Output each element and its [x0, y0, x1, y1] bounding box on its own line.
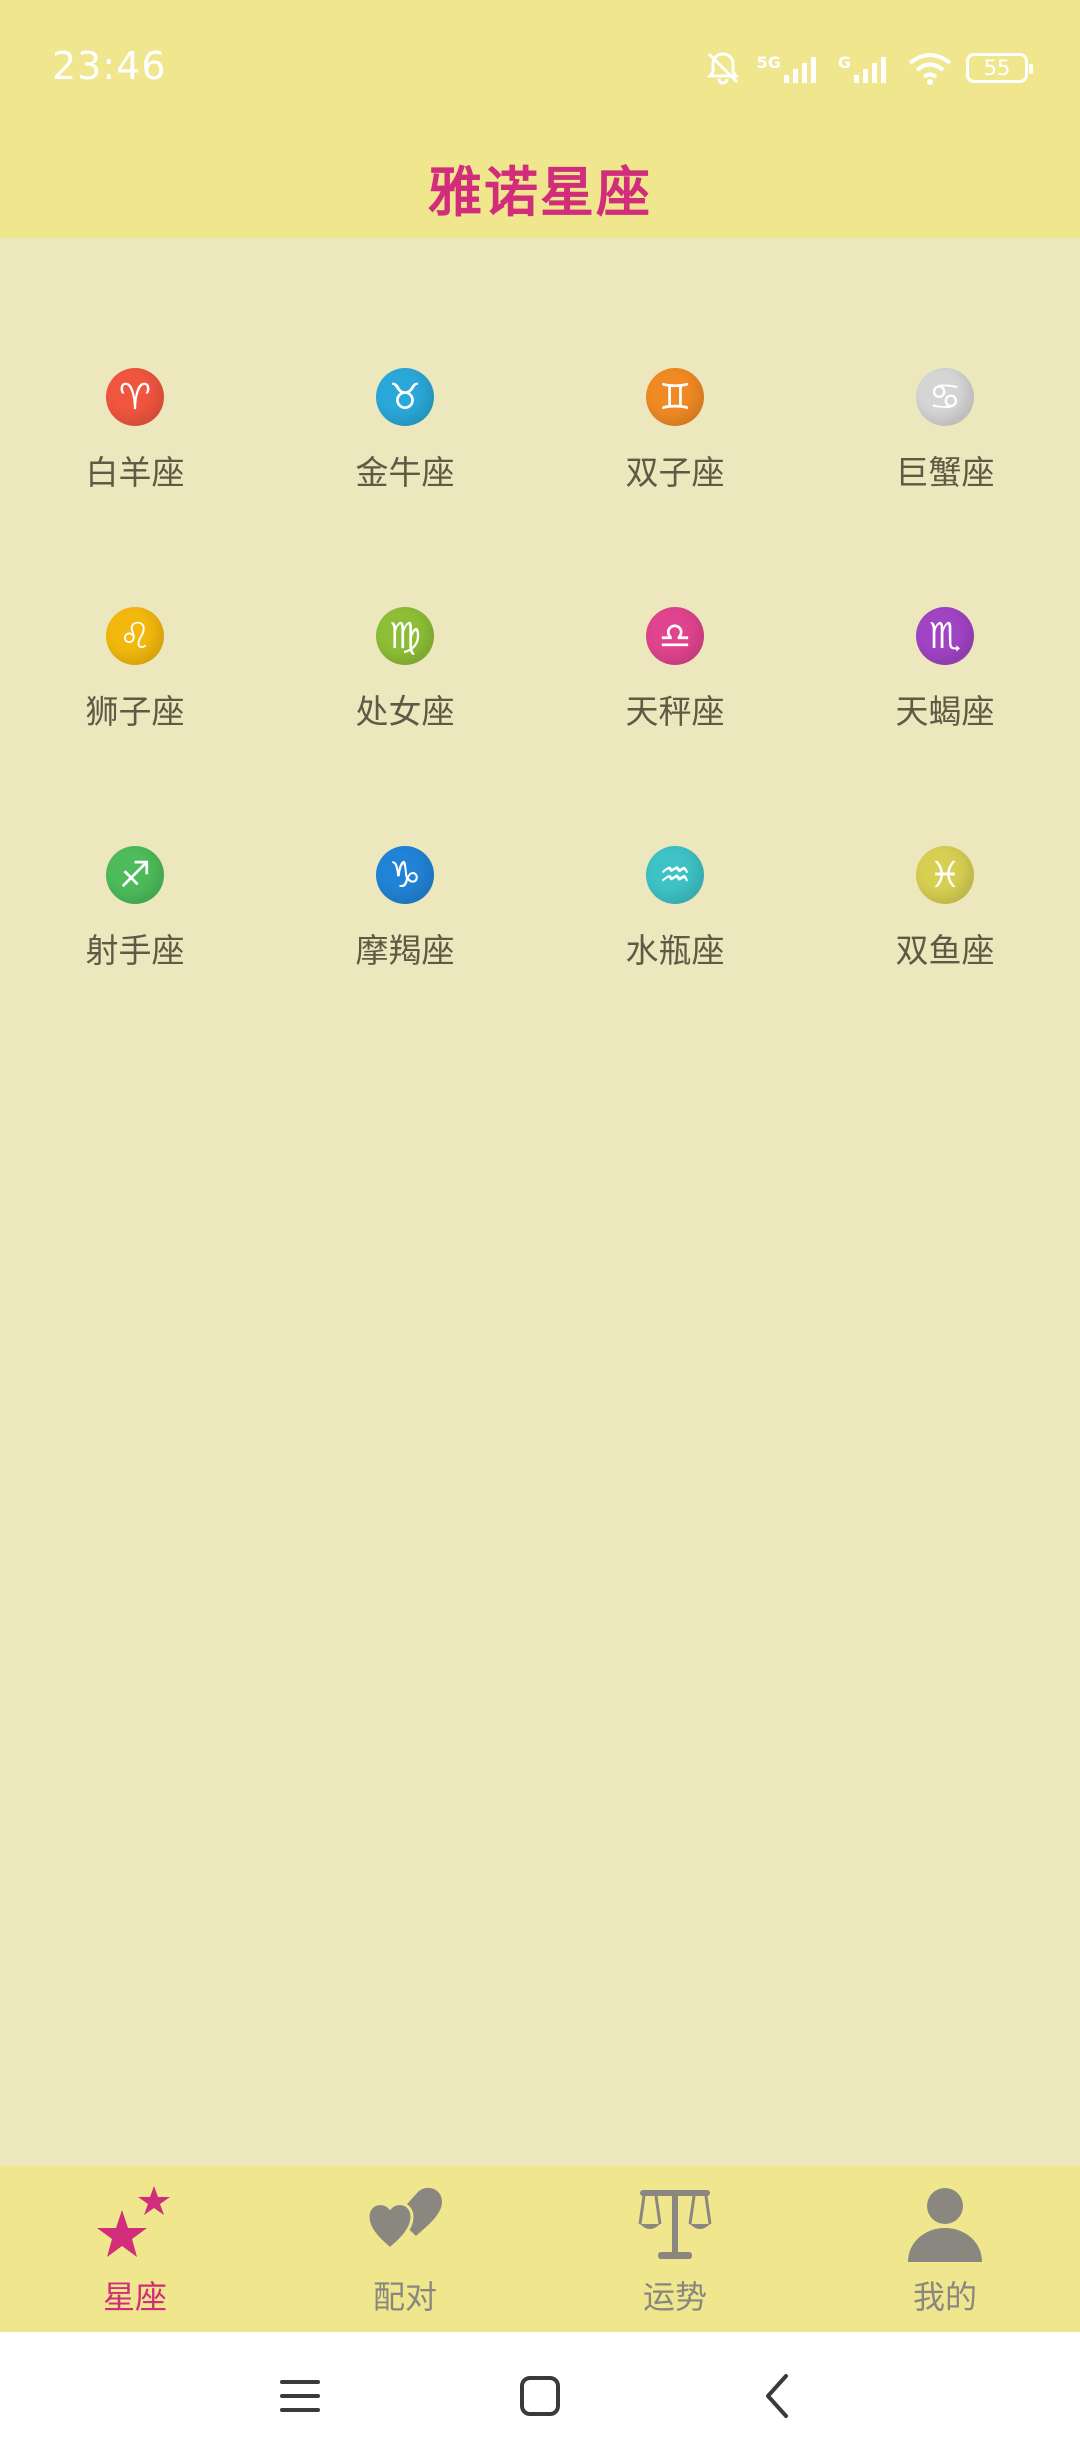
zodiac-icon: ♏: [916, 607, 974, 665]
app-bar: 雅诺星座: [0, 136, 1080, 238]
zodiac-label: 射手座: [85, 931, 185, 970]
zodiac-label: 金牛座: [355, 453, 455, 492]
nav-label: 配对: [372, 2278, 437, 2316]
zodiac-label: 天秤座: [625, 692, 725, 731]
person-icon: [908, 2188, 982, 2262]
zodiac-label: 水瓶座: [625, 931, 725, 970]
back-icon[interactable]: [752, 2368, 808, 2424]
bell-muted-icon: [706, 52, 739, 85]
zodiac-item[interactable]: ♌ 狮子座: [0, 607, 270, 846]
nav-label: 我的: [912, 2278, 977, 2316]
zodiac-item[interactable]: ♍ 处女座: [270, 607, 540, 846]
hearts-icon: [366, 2187, 442, 2252]
network-label-g: G: [837, 53, 851, 72]
zodiac-label: 白羊座: [85, 453, 185, 492]
zodiac-grid: ♈ 白羊座 ♉ 金牛座 ♊ 双子座 ♋ 巨蟹座 ♌ 狮子座 ♍ 处女座 ♎ 天秤座 ♏ 天蝎座 ♐ 射手座 ♑ 摩羯座…: [0, 368, 1080, 1085]
stars-icon: [97, 2186, 170, 2257]
status-time: 23:46: [52, 44, 167, 88]
zodiac-icon: ♒: [646, 846, 704, 904]
zodiac-item[interactable]: ♒ 水瓶座: [540, 846, 810, 1085]
signal-bars-icon: [854, 57, 886, 83]
zodiac-label: 摩羯座: [355, 931, 455, 970]
zodiac-item[interactable]: ♎ 天秤座: [540, 607, 810, 846]
page-title: 雅诺星座: [428, 160, 652, 224]
status-bar: 23:46 5G G 55: [0, 0, 1080, 136]
zodiac-item[interactable]: ♈ 白羊座: [0, 368, 270, 607]
zodiac-item[interactable]: ♐ 射手座: [0, 846, 270, 1085]
zodiac-icon: ♊: [646, 368, 704, 426]
zodiac-item[interactable]: ♉ 金牛座: [270, 368, 540, 607]
zodiac-icon: ♈: [106, 368, 164, 426]
zodiac-icon: ♉: [376, 368, 434, 426]
zodiac-icon: ♌: [106, 607, 164, 665]
zodiac-label: 处女座: [355, 692, 455, 731]
wifi-icon: [908, 53, 952, 85]
zodiac-icon: ♍: [376, 607, 434, 665]
zodiac-icon: ♓: [916, 846, 974, 904]
zodiac-icon: ♋: [916, 368, 974, 426]
nav-item-fortune[interactable]: 运势: [540, 2166, 810, 2332]
zodiac-item[interactable]: ♋ 巨蟹座: [810, 368, 1080, 607]
signal-5g: 5G: [757, 53, 824, 83]
zodiac-icon: ♐: [106, 846, 164, 904]
nav-item-match[interactable]: 配对: [270, 2166, 540, 2332]
status-icons: 5G G 55: [703, 44, 1033, 92]
zodiac-label: 双鱼座: [895, 931, 995, 970]
zodiac-label: 双子座: [625, 453, 725, 492]
nav-item-profile[interactable]: 我的: [810, 2166, 1080, 2332]
battery-level: 55: [983, 56, 1011, 80]
zodiac-label: 狮子座: [85, 692, 185, 731]
signal-g: G: [838, 53, 894, 83]
zodiac-item[interactable]: ♓ 双鱼座: [810, 846, 1080, 1085]
zodiac-icon: ♑: [376, 846, 434, 904]
menu-icon[interactable]: [272, 2368, 328, 2424]
main-content: ♈ 白羊座 ♉ 金牛座 ♊ 双子座 ♋ 巨蟹座 ♌ 狮子座 ♍ 处女座 ♎ 天秤座 ♏ 天蝎座 ♐ 射手座 ♑ 摩羯座…: [0, 238, 1080, 2166]
home-icon[interactable]: [512, 2368, 568, 2424]
zodiac-item[interactable]: ♏ 天蝎座: [810, 607, 1080, 846]
system-nav-bar: [0, 2332, 1080, 2460]
nav-item-stars[interactable]: 星座: [0, 2166, 270, 2332]
scales-icon: [638, 2190, 712, 2259]
battery-indicator: 55: [966, 53, 1033, 83]
zodiac-item[interactable]: ♑ 摩羯座: [270, 846, 540, 1085]
bottom-nav: 星座 配对 运势 我的: [0, 2166, 1080, 2332]
zodiac-label: 天蝎座: [895, 692, 995, 731]
zodiac-item[interactable]: ♊ 双子座: [540, 368, 810, 607]
signal-bars-icon: [783, 57, 816, 83]
nav-label: 星座: [102, 2278, 167, 2316]
zodiac-label: 巨蟹座: [895, 453, 995, 492]
network-label-5g: 5G: [756, 53, 781, 72]
nav-label: 运势: [642, 2278, 707, 2316]
zodiac-icon: ♎: [646, 607, 704, 665]
